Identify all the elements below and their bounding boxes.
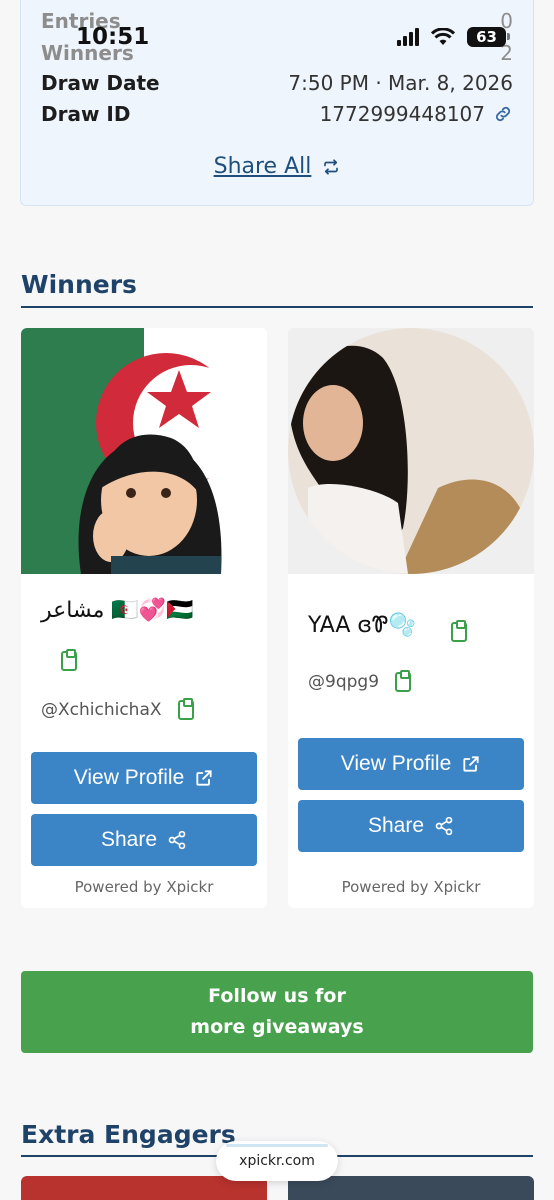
external-link-icon[interactable] <box>461 754 481 774</box>
view-profile-label[interactable]: View Profile <box>341 752 452 776</box>
repeat-icon[interactable] <box>322 158 340 176</box>
clipboard-icon[interactable] <box>177 698 194 720</box>
winner-card: YAA ɞᏈ🫧 @9qpg9 View Profile Share Powere… <box>288 328 534 908</box>
share-label[interactable]: Share <box>368 814 424 838</box>
powered-by-text: Powered by Xpickr <box>74 878 214 896</box>
signal-icon <box>397 28 420 46</box>
follow-button[interactable]: Follow us for more giveaways <box>21 971 533 1053</box>
battery-icon: 63 <box>467 27 510 47</box>
link-icon[interactable] <box>493 104 513 124</box>
draw-date-label: Draw Date <box>41 71 160 95</box>
follow-line-1[interactable]: Follow us for <box>21 981 533 1012</box>
status-time: 10:51 <box>76 24 150 50</box>
draw-id-row: Draw ID 1772999448107 <box>41 102 513 126</box>
share-label[interactable]: Share <box>101 828 157 852</box>
clipboard-icon[interactable] <box>451 620 467 642</box>
clipboard-icon[interactable] <box>61 649 77 671</box>
share-all-label[interactable]: Share All <box>214 154 312 179</box>
winner-handle-row: @9qpg9 <box>308 670 412 692</box>
share-button[interactable]: Share <box>298 800 524 852</box>
share-button[interactable]: Share <box>31 814 257 866</box>
draw-id-label: Draw ID <box>41 102 131 126</box>
view-profile-label[interactable]: View Profile <box>74 766 185 790</box>
follow-line-2[interactable]: more giveaways <box>21 1012 533 1043</box>
url-pill[interactable]: xpickr.com <box>216 1141 338 1181</box>
winner-display-name: YAA ɞᏈ🫧 <box>308 613 416 638</box>
share-all-link[interactable]: Share All <box>21 154 533 179</box>
view-profile-button[interactable]: View Profile <box>298 738 524 790</box>
winner-handle-row: @XchichichaX <box>41 698 194 720</box>
share-icon[interactable] <box>434 816 454 836</box>
draw-date-value: 7:50 PM · Mar. 8, 2026 <box>288 71 513 95</box>
wifi-icon <box>431 28 456 45</box>
draw-id-value[interactable]: 1772999448107 <box>320 102 485 126</box>
status-bar: 10:51 63 <box>0 0 554 60</box>
share-icon[interactable] <box>167 830 187 850</box>
winner-card: مشاعر 🇩🇿💞🇵🇸 @XchichichaX View Profile Sh… <box>21 328 267 908</box>
draw-id-link[interactable]: 1772999448107 <box>320 102 513 126</box>
status-icons: 63 <box>397 27 510 47</box>
draw-date-row: Draw Date 7:50 PM · Mar. 8, 2026 <box>41 71 513 95</box>
winner-avatar <box>288 328 534 574</box>
view-profile-button[interactable]: View Profile <box>31 752 257 804</box>
url-label[interactable]: xpickr.com <box>239 1153 315 1169</box>
external-link-icon[interactable] <box>194 768 214 788</box>
winners-divider <box>21 306 533 308</box>
extra-engagers-heading: Extra Engagers <box>21 1120 236 1149</box>
winner-display-name: مشاعر 🇩🇿💞🇵🇸 <box>41 598 194 623</box>
powered-by-text: Powered by Xpickr <box>341 878 481 896</box>
winner-avatar <box>21 328 267 574</box>
winner-handle: @9qpg9 <box>308 672 380 692</box>
winners-heading: Winners <box>21 270 137 299</box>
winner-handle: @XchichichaX <box>41 700 162 720</box>
clipboard-icon[interactable] <box>395 670 412 692</box>
